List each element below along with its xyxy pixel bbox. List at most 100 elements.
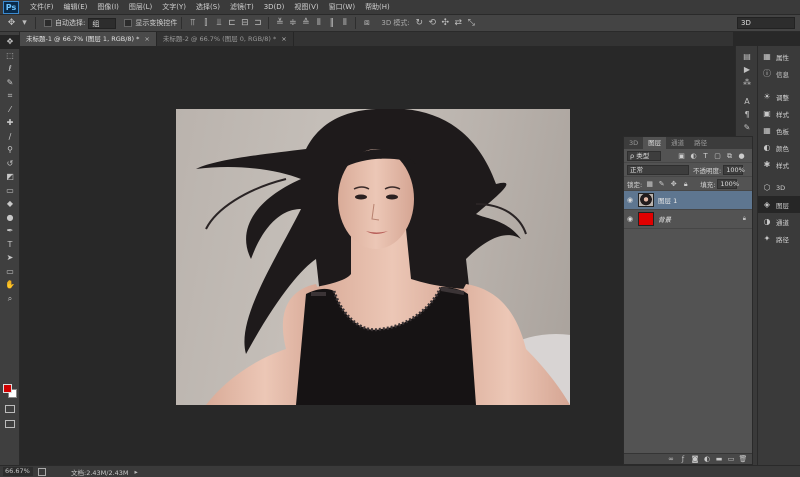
tab-3d[interactable]: 3D xyxy=(624,137,643,149)
dock-item-styles-alt[interactable]: ✱ 样式 xyxy=(758,156,800,173)
rectangle-icon[interactable]: ▭ xyxy=(0,265,20,279)
menu-item[interactable]: 图层(L) xyxy=(124,0,157,15)
dock-item-styles[interactable]: ▣ 样式 xyxy=(758,105,800,122)
move-tool-icon[interactable]: ✥ xyxy=(6,18,17,29)
path-select-icon[interactable]: ➤ xyxy=(0,251,20,265)
dock-item-paths[interactable]: ✦ 路径 xyxy=(758,230,800,247)
layer-name[interactable]: 背景 xyxy=(658,214,671,224)
zoom-icon[interactable]: ⌕ xyxy=(0,292,20,306)
align-vcenter-icon[interactable]: ⫿ xyxy=(200,18,211,29)
filter-shape-icon[interactable]: ▢ xyxy=(713,152,722,160)
show-transform-checkbox[interactable] xyxy=(124,19,133,27)
menu-item[interactable]: 文字(Y) xyxy=(157,0,191,15)
dock-item-color[interactable]: ◐ 颜色 xyxy=(758,139,800,156)
fill-input[interactable]: 100% xyxy=(717,178,739,189)
layer-row[interactable]: ◉ 图层 1 xyxy=(624,191,752,210)
dock-item-swatches[interactable]: ▦ 色板 xyxy=(758,122,800,139)
dock-item-3d[interactable]: ⬡ 3D xyxy=(758,179,800,196)
distribute-vcenter-icon[interactable]: ≑ xyxy=(287,18,298,29)
align-right-icon[interactable]: ⊐ xyxy=(252,18,263,29)
visibility-eye-icon[interactable]: ◉ xyxy=(624,215,636,223)
menu-item[interactable]: 文件(F) xyxy=(25,0,59,15)
dodge-icon[interactable]: ● xyxy=(0,211,20,225)
screen-mode-icon[interactable] xyxy=(5,420,15,428)
lock-transparent-icon[interactable]: ▦ xyxy=(645,180,654,188)
zoom-level-field[interactable]: 66.67% xyxy=(3,467,33,476)
tab-paths[interactable]: 路径 xyxy=(689,137,712,149)
new-layer-icon[interactable]: ▭ xyxy=(726,455,736,463)
menu-item[interactable]: 帮助(H) xyxy=(360,0,395,15)
distribute-left-icon[interactable]: ⦀ xyxy=(313,18,324,29)
crop-icon[interactable]: ⌗ xyxy=(0,89,20,103)
filter-type-icon[interactable]: T xyxy=(701,152,710,160)
lock-position-icon[interactable]: ✥ xyxy=(669,180,678,188)
marquee-icon[interactable]: ⬚ xyxy=(0,49,20,63)
history-icon[interactable]: ▤ xyxy=(736,50,758,63)
layer-row[interactable]: ◉ 背景 🔒︎ xyxy=(624,210,752,229)
delete-layer-icon[interactable]: 🗑︎ xyxy=(738,455,748,463)
lock-pixels-icon[interactable]: ✎ xyxy=(657,180,666,188)
lock-all-icon[interactable]: 🔒︎ xyxy=(681,180,690,188)
layer-mask-icon[interactable]: ◙ xyxy=(690,455,700,463)
tool-presets-icon[interactable]: ✎ xyxy=(736,121,758,134)
layer-kind-filter[interactable]: ρ 类型 xyxy=(627,150,661,161)
dock-item-layers[interactable]: ◈ 图层 xyxy=(758,196,800,213)
align-hcenter-icon[interactable]: ⊟ xyxy=(239,18,250,29)
lasso-icon[interactable]: ℓ xyxy=(0,62,20,76)
tool-preset-dropdown-icon[interactable]: ▾ xyxy=(19,18,30,29)
close-icon[interactable]: × xyxy=(281,35,286,43)
distribute-bottom-icon[interactable]: ≙ xyxy=(300,18,311,29)
tab-document-2[interactable]: 未标题-2 @ 66.7% (图层 0, RGB/8) * × xyxy=(157,32,294,46)
auto-align-icon[interactable]: ⧈ xyxy=(361,18,372,29)
align-bottom-icon[interactable]: ⫫ xyxy=(213,18,224,29)
tab-channels[interactable]: 通道 xyxy=(666,137,689,149)
auto-select-dropdown[interactable]: 组 xyxy=(88,17,117,29)
status-arrow-icon[interactable]: ▸ xyxy=(135,468,138,476)
history-brush-icon[interactable]: ↺ xyxy=(0,157,20,171)
type-icon[interactable]: T xyxy=(0,238,20,252)
layer-name[interactable]: 图层 1 xyxy=(658,195,677,205)
3d-rotate-icon[interactable]: ↻ xyxy=(414,18,425,29)
close-icon[interactable]: × xyxy=(144,35,149,43)
actions-icon[interactable]: ▶ xyxy=(736,63,758,76)
filter-pixel-icon[interactable]: ▣ xyxy=(677,152,686,160)
dock-item-channels[interactable]: ◑ 通道 xyxy=(758,213,800,230)
3d-slide-icon[interactable]: ⇄ xyxy=(453,18,464,29)
pen-icon[interactable]: ✒ xyxy=(0,224,20,238)
menu-item[interactable]: 视图(V) xyxy=(289,0,323,15)
hand-icon[interactable]: ✋ xyxy=(0,278,20,292)
filter-adjust-icon[interactable]: ◐ xyxy=(689,152,698,160)
eyedropper-icon[interactable]: ⁄ xyxy=(0,103,20,117)
eraser-icon[interactable]: ◩ xyxy=(0,170,20,184)
menu-item[interactable]: 滤镜(T) xyxy=(225,0,259,15)
layer-style-icon[interactable]: ƒ xyxy=(678,455,688,463)
menu-item[interactable]: 选择(S) xyxy=(191,0,225,15)
status-menu-icon[interactable] xyxy=(38,467,46,476)
gradient-icon[interactable]: ▭ xyxy=(0,184,20,198)
menu-item[interactable]: 编辑(E) xyxy=(59,0,93,15)
align-left-icon[interactable]: ⊏ xyxy=(226,18,237,29)
move-icon[interactable]: ✥ xyxy=(0,35,20,49)
3d-drag-icon[interactable]: ✣ xyxy=(440,18,451,29)
dock-item-properties[interactable]: ▦ 属性 xyxy=(758,48,800,65)
visibility-eye-icon[interactable]: ◉ xyxy=(624,196,636,204)
tab-document-1[interactable]: 未标题-1 @ 66.7% (图层 1, RGB/8) * × xyxy=(20,32,157,46)
adjustment-layer-icon[interactable]: ◐ xyxy=(702,455,712,463)
clone-stamp-icon[interactable]: ⚲ xyxy=(0,143,20,157)
3d-scale-icon[interactable]: ⤡ xyxy=(466,18,477,29)
document-canvas[interactable] xyxy=(176,109,570,405)
distribute-right-icon[interactable]: ⫴ xyxy=(339,18,350,29)
distribute-hcenter-icon[interactable]: ‖ xyxy=(326,18,337,29)
new-group-icon[interactable]: ▬ xyxy=(714,455,724,463)
menu-item[interactable]: 窗口(W) xyxy=(324,0,360,15)
blur-icon[interactable]: ◆ xyxy=(0,197,20,211)
align-top-icon[interactable]: ⫪ xyxy=(187,18,198,29)
brush-icon[interactable]: ∕ xyxy=(0,130,20,144)
distribute-top-icon[interactable]: ≚ xyxy=(274,18,285,29)
filter-smart-icon[interactable]: ⧉ xyxy=(725,152,734,160)
auto-select-checkbox[interactable] xyxy=(44,19,52,27)
menu-item[interactable]: 3D(D) xyxy=(259,0,290,15)
3d-roll-icon[interactable]: ⟲ xyxy=(427,18,438,29)
blend-mode-select[interactable]: 正常 xyxy=(627,164,689,175)
dock-item-info[interactable]: ⓘ 信息 xyxy=(758,65,800,82)
